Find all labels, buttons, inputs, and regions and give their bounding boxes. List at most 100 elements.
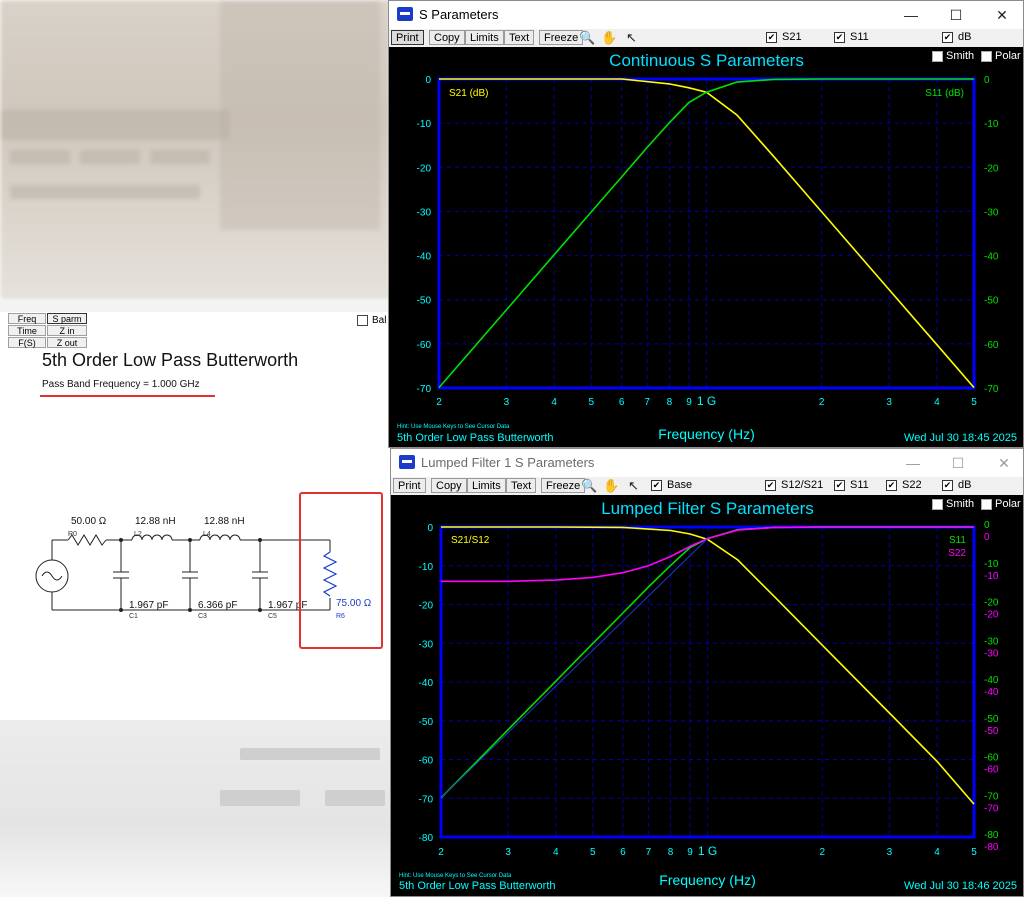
copy-button[interactable]: Copy bbox=[429, 30, 465, 45]
z-out-button[interactable]: Z out bbox=[47, 337, 87, 348]
db-checkbox[interactable]: ✔ bbox=[942, 480, 953, 491]
l4-value-label: 12.88 nH bbox=[204, 516, 245, 527]
y-tick-label-right: -70 bbox=[984, 384, 999, 395]
minimize-icon[interactable]: — bbox=[903, 453, 923, 473]
app-icon bbox=[397, 7, 413, 21]
db-label: dB bbox=[958, 479, 972, 491]
close-icon[interactable]: ✕ bbox=[992, 5, 1012, 25]
y-tick-label-right: -40 bbox=[984, 675, 999, 686]
freq-button[interactable]: Freq bbox=[8, 313, 46, 324]
limits-button[interactable]: Limits bbox=[465, 30, 504, 45]
s21-series-label: S21 (dB) bbox=[449, 88, 488, 99]
plot-title: Lumped Filter S Parameters bbox=[601, 499, 814, 518]
l2-name-label: L2 bbox=[134, 531, 142, 538]
y-tick-label-left: -30 bbox=[419, 639, 434, 650]
toolbar: Print Copy Limits Text Freeze 🔍 ✋ ↖ ✔ Ba… bbox=[391, 477, 1023, 495]
smith-checkbox[interactable] bbox=[932, 51, 943, 62]
s12-s21-checkbox[interactable]: ✔ bbox=[765, 480, 776, 491]
x-tick-label: 3 bbox=[887, 847, 893, 858]
polar-checkbox[interactable] bbox=[981, 499, 992, 510]
x-tick-label: 6 bbox=[620, 847, 626, 858]
balance-checkbox[interactable] bbox=[357, 315, 368, 326]
pointer-icon[interactable]: ↖ bbox=[625, 477, 642, 494]
maximize-icon[interactable]: ☐ bbox=[948, 453, 968, 473]
x-tick-label: 7 bbox=[646, 847, 652, 858]
x-tick-label: 4 bbox=[553, 847, 559, 858]
fs-button[interactable]: F(S) bbox=[8, 337, 46, 348]
x-tick-label: 4 bbox=[934, 397, 940, 408]
y-tick-label-right: 0 bbox=[984, 520, 990, 531]
limits-button[interactable]: Limits bbox=[467, 478, 506, 493]
pan-hand-icon[interactable]: ✋ bbox=[601, 29, 618, 46]
title-bar[interactable]: Lumped Filter 1 S Parameters — ☐ ✕ bbox=[391, 449, 1023, 477]
s11-checkbox[interactable]: ✔ bbox=[834, 32, 845, 43]
s11-checkbox[interactable]: ✔ bbox=[834, 480, 845, 491]
lumped-filter-window[interactable]: Lumped Filter 1 S Parameters — ☐ ✕ Print… bbox=[390, 448, 1024, 897]
freeze-button[interactable]: Freeze bbox=[539, 30, 584, 45]
y-tick-label-right: -80 bbox=[984, 830, 999, 841]
polar-label: Polar bbox=[995, 498, 1021, 510]
c5-name-label: C5 bbox=[268, 613, 277, 620]
y-tick-label-right: -10 bbox=[984, 119, 999, 130]
pan-hand-icon[interactable]: ✋ bbox=[603, 477, 620, 494]
s22-checkbox[interactable]: ✔ bbox=[886, 480, 897, 491]
r0-name-label: R0 bbox=[68, 531, 77, 538]
copy-button[interactable]: Copy bbox=[431, 478, 467, 493]
smith-checkbox[interactable] bbox=[932, 499, 943, 510]
zoom-icon[interactable]: 🔍 bbox=[579, 29, 596, 46]
x-tick-label: 1 G bbox=[697, 394, 716, 408]
s11-label: S11 bbox=[850, 31, 869, 43]
text-button[interactable]: Text bbox=[506, 478, 537, 493]
y-tick-label-right: -70 bbox=[984, 803, 999, 814]
time-button[interactable]: Time bbox=[8, 325, 46, 336]
y-tick-label-left: -10 bbox=[419, 562, 434, 573]
base-s11-line bbox=[440, 538, 708, 799]
y-tick-label-right: -20 bbox=[984, 610, 999, 621]
toolbar: Print Copy Limits Text Freeze 🔍 ✋ ↖ ✔ S2… bbox=[389, 29, 1023, 47]
pointer-icon[interactable]: ↖ bbox=[623, 29, 640, 46]
balance-label: Bal bbox=[372, 315, 387, 326]
chart-2[interactable]: Lumped Filter S Parameters 2 3 4 5 6 7 8 9 1 G 2 3 4… bbox=[391, 495, 1023, 896]
load-highlight-box bbox=[299, 492, 383, 649]
plot-area[interactable]: Continuous S Parameters 2 3 4 5 6 7 8 9 1 G 2 3 4 5 Fr… bbox=[389, 47, 1023, 447]
close-icon[interactable]: ✕ bbox=[994, 453, 1014, 473]
hint-text: Hint: Use Mouse Keys to See Cursor Data bbox=[399, 873, 512, 879]
zoom-icon[interactable]: 🔍 bbox=[581, 477, 598, 494]
print-button[interactable]: Print bbox=[391, 30, 424, 45]
y-tick-label-right: -40 bbox=[984, 687, 999, 698]
smith-label: Smith bbox=[946, 498, 975, 510]
s21-label: S21 bbox=[782, 31, 802, 43]
s22-label: S22 bbox=[902, 479, 922, 491]
s-parm-button[interactable]: S parm bbox=[47, 313, 87, 324]
s11-series-label: S11 (dB) bbox=[925, 88, 964, 99]
plot-area[interactable]: Lumped Filter S Parameters 2 3 4 5 6 7 8 9 1 G 2 3 4… bbox=[391, 495, 1023, 896]
title-bar[interactable]: S Parameters — ☐ ✕ bbox=[389, 1, 1023, 29]
x-tick-label: 9 bbox=[686, 397, 692, 408]
s21-s12-series-label: S21/S12 bbox=[451, 535, 490, 546]
x-tick-label: 1 G bbox=[698, 844, 717, 858]
freeze-button[interactable]: Freeze bbox=[541, 478, 586, 493]
x-tick-label: 7 bbox=[644, 397, 650, 408]
app-icon bbox=[399, 455, 415, 469]
maximize-icon[interactable]: ☐ bbox=[946, 5, 966, 25]
y-tick-label-right: -60 bbox=[984, 340, 999, 351]
text-button[interactable]: Text bbox=[504, 30, 535, 45]
background-strip bbox=[0, 300, 390, 312]
base-checkbox[interactable]: ✔ bbox=[651, 480, 662, 491]
polar-checkbox[interactable] bbox=[981, 51, 992, 62]
page-title: 5th Order Low Pass Butterworth bbox=[42, 350, 299, 370]
chart-1[interactable]: Continuous S Parameters 2 3 4 5 6 7 8 9 1 G 2 3 4 5 Fr… bbox=[389, 47, 1023, 447]
s22-series-label: S22 bbox=[948, 548, 966, 559]
db-checkbox[interactable]: ✔ bbox=[942, 32, 953, 43]
smith-label: Smith bbox=[946, 50, 975, 62]
s21-checkbox[interactable]: ✔ bbox=[766, 32, 777, 43]
footer-title: 5th Order Low Pass Butterworth bbox=[399, 880, 556, 892]
x-axis-label: Frequency (Hz) bbox=[659, 872, 755, 888]
minimize-icon[interactable]: — bbox=[901, 5, 921, 25]
background-bottom-region bbox=[0, 720, 390, 897]
y-tick-label-left: -40 bbox=[419, 678, 434, 689]
z-in-button[interactable]: Z in bbox=[47, 325, 87, 336]
s-parameters-window[interactable]: S Parameters — ☐ ✕ Print Copy Limits Tex… bbox=[388, 0, 1024, 448]
print-button[interactable]: Print bbox=[393, 478, 426, 493]
x-tick-label: 4 bbox=[934, 847, 940, 858]
